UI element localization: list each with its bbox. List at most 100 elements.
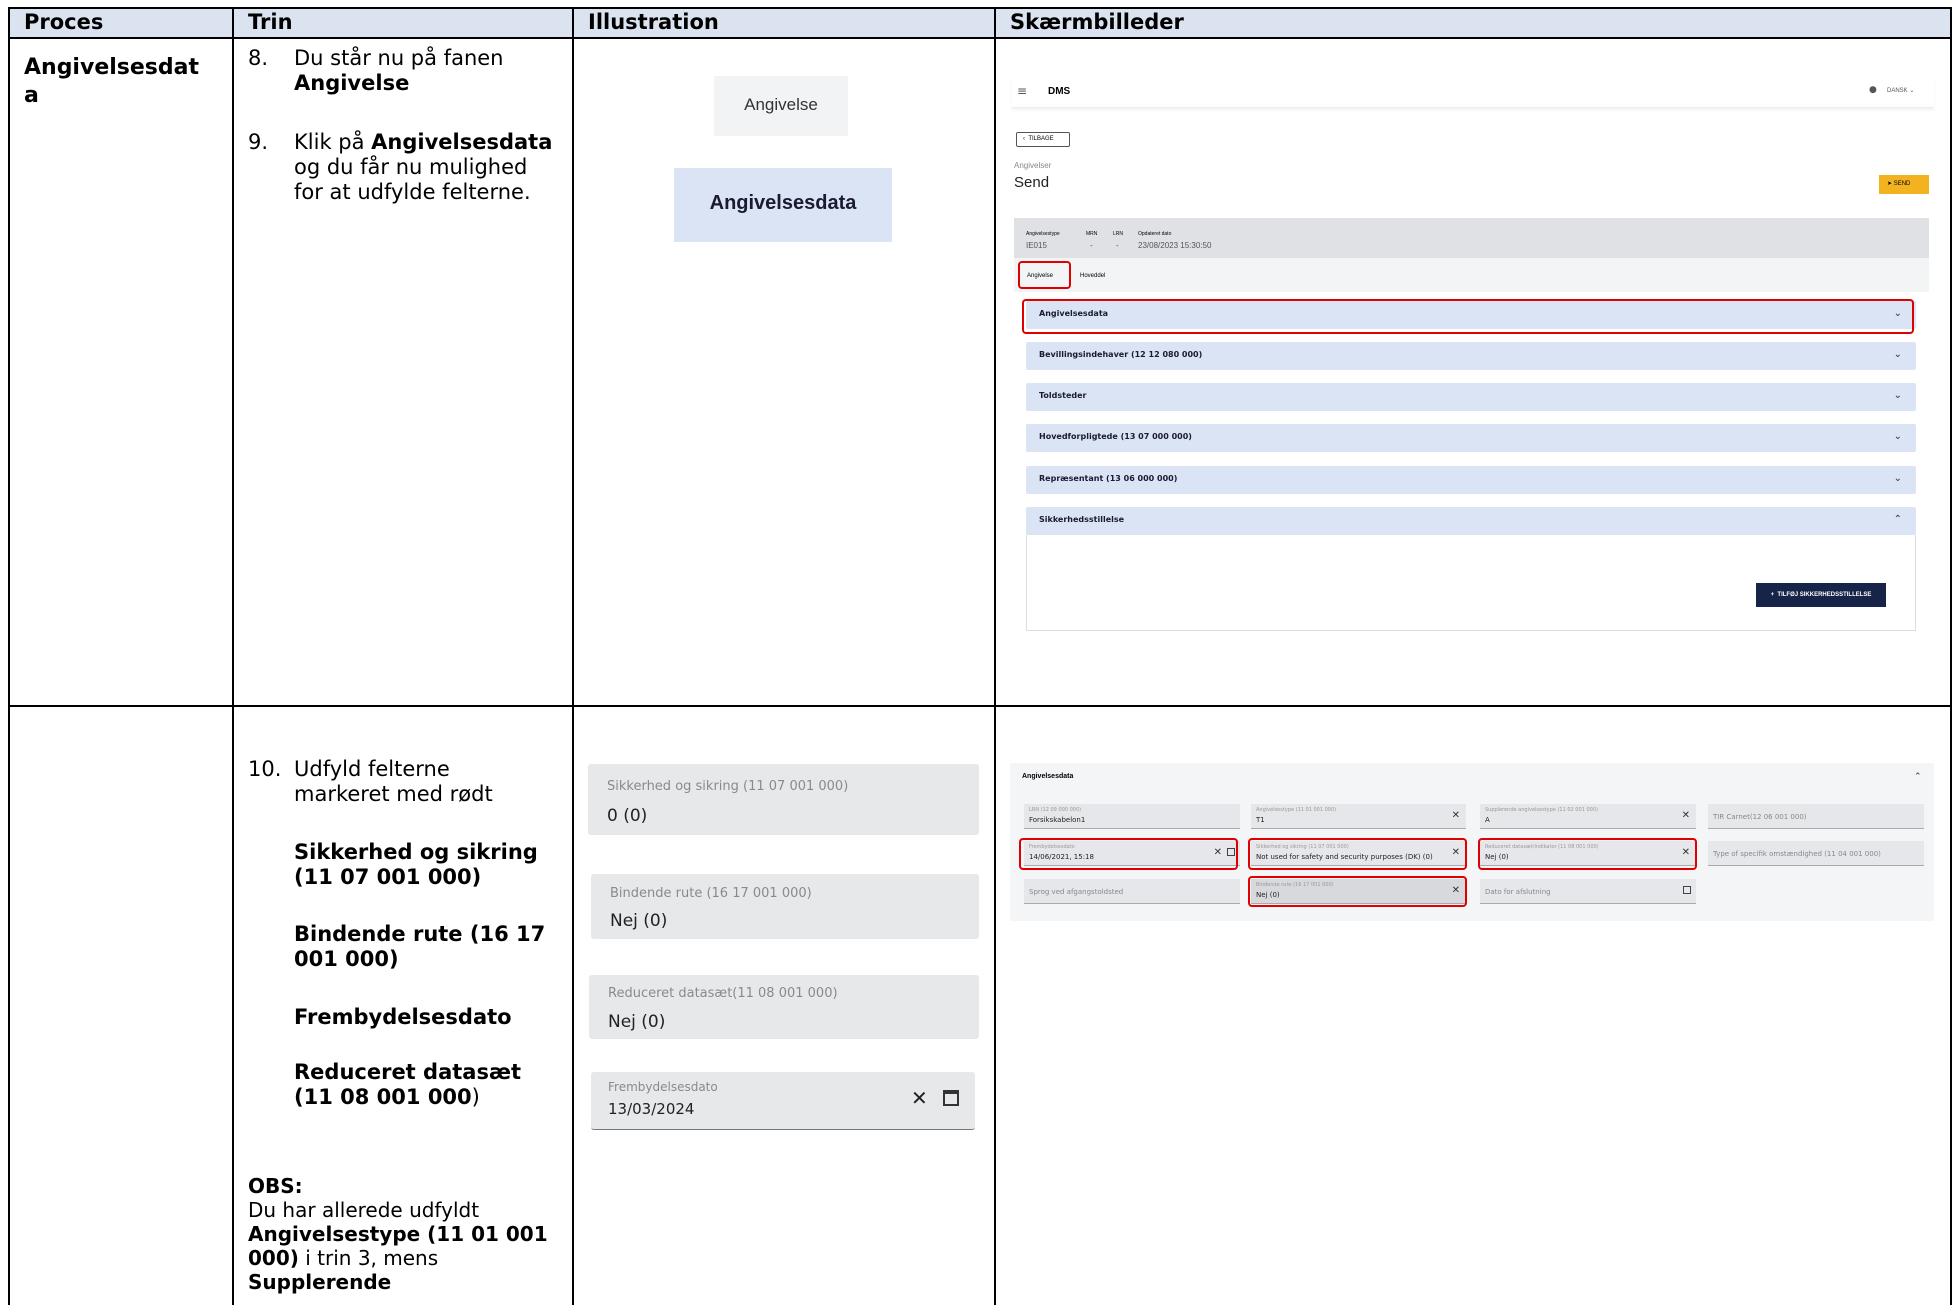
field-value: Forsikskabelon1 bbox=[1029, 816, 1086, 824]
obs-label: OBS: bbox=[248, 1174, 303, 1198]
language-label: DANSK bbox=[1887, 88, 1908, 94]
field-item-bindende-rute: Bindende rute (16 17 001 000) bbox=[294, 922, 545, 972]
step-text: markeret med rødt bbox=[294, 782, 493, 806]
field-label: Reduceret datasæt(11 08 001 000) bbox=[608, 986, 838, 1001]
meta-value: - bbox=[1090, 241, 1093, 250]
section-hovedforpligtede[interactable]: Hovedforpligtede (13 07 000 000) ⌄ bbox=[1026, 424, 1916, 452]
field-code: 001 000) bbox=[294, 947, 399, 971]
highlight-bindende-rute bbox=[1248, 876, 1467, 907]
meta-value: - bbox=[1116, 241, 1119, 250]
table-border-col3 bbox=[994, 7, 996, 1305]
meta-value: 23/08/2023 15:30:50 bbox=[1138, 241, 1212, 250]
step-text: og du får nu mulighed bbox=[294, 155, 528, 179]
field-code-suffix: ) bbox=[471, 1085, 480, 1109]
send-button[interactable]: ➤ SEND bbox=[1879, 175, 1929, 194]
table-border-col1 bbox=[232, 7, 234, 1305]
illustration-angivelsesdata-button: Angivelsesdata bbox=[674, 168, 892, 242]
field-label: LRN (12 09 000 000) bbox=[1029, 807, 1082, 813]
field-supplerende-angivelsestype[interactable]: Supplerende angivelsestype (11 02 001 00… bbox=[1480, 804, 1696, 829]
clear-icon[interactable]: ✕ bbox=[911, 1086, 928, 1110]
obs-text: i trin 3, mens bbox=[298, 1246, 439, 1270]
field-lrn[interactable]: LRN (12 09 000 000) Forsikskabelon1 bbox=[1024, 804, 1240, 829]
step-number: 9. bbox=[248, 130, 269, 154]
field-placeholder: TIR Carnet(12 06 001 000) bbox=[1713, 813, 1807, 821]
proces-label: Angivelsesdat a bbox=[24, 54, 199, 110]
send-label: SEND bbox=[1893, 181, 1911, 187]
table-border-row1 bbox=[8, 705, 1952, 707]
header-illustration: Illustration bbox=[588, 10, 719, 34]
back-button[interactable]: ‹ TILBAGE bbox=[1016, 132, 1070, 147]
button-label: Angivelsesdata bbox=[709, 192, 857, 214]
field-placeholder: Dato for afslutning bbox=[1485, 888, 1551, 896]
meta-label: Opdateret dato bbox=[1138, 231, 1172, 237]
section-toldsteder[interactable]: Toldsteder ⌄ bbox=[1026, 383, 1916, 411]
field-item-sikkerhed: Sikkerhed og sikring (11 07 001 000) bbox=[294, 840, 538, 890]
obs-text-bold: Supplerende bbox=[248, 1270, 392, 1294]
chevron-down-icon: ⌄ bbox=[1893, 473, 1902, 484]
tab-label: Angivelse bbox=[744, 95, 818, 114]
section-title: Hovedforpligtede (13 07 000 000) bbox=[1039, 432, 1192, 441]
tab-hoveddel[interactable]: Hoveddel bbox=[1080, 273, 1105, 279]
section-title: Toldsteder bbox=[1039, 391, 1087, 400]
field-value: A bbox=[1485, 816, 1490, 824]
field-code: (11 07 001 000) bbox=[294, 865, 482, 889]
field-code: (11 08 001 000 bbox=[294, 1085, 472, 1109]
field-name: Frembydelsesdato bbox=[294, 1005, 512, 1029]
field-value: 13/03/2024 bbox=[608, 1100, 695, 1118]
obs-note: OBS: Du har allerede udfyldt Angivelsest… bbox=[248, 1174, 570, 1294]
chevron-up-icon: ⌃ bbox=[1893, 514, 1902, 525]
clear-icon[interactable]: ✕ bbox=[1682, 810, 1690, 821]
section-bevillingsindehaver[interactable]: Bevillingsindehaver (12 12 080 000) ⌄ bbox=[1026, 342, 1916, 370]
section-title: Bevillingsindehaver (12 12 080 000) bbox=[1039, 350, 1203, 359]
menu-icon[interactable]: ≡ bbox=[1017, 84, 1027, 98]
step-text: for at udfylde felterne. bbox=[294, 180, 531, 204]
step-9: 9. Klik på Angivelsesdata og du får nu m… bbox=[248, 130, 568, 205]
field-label: Sikkerhed og sikring (11 07 001 000) bbox=[607, 779, 849, 794]
field-value: Nej (0) bbox=[608, 1012, 666, 1032]
table-border-left bbox=[8, 7, 10, 1305]
illustration-field-frembydelsesdato: Frembydelsesdato 13/03/2024 ✕ bbox=[591, 1072, 975, 1130]
section-title: Sikkerhedsstillelse bbox=[1039, 515, 1125, 524]
step-text: Klik på bbox=[294, 130, 372, 154]
field-name: Reduceret datasæt bbox=[294, 1060, 521, 1084]
proces-line: Angivelsesdat bbox=[24, 55, 200, 80]
breadcrumb[interactable]: Angivelser bbox=[1014, 161, 1051, 170]
chevron-down-icon: ⌄ bbox=[1893, 349, 1902, 360]
chevron-up-icon[interactable]: ⌃ bbox=[1914, 772, 1922, 782]
document-page: Proces Trin Illustration Skærmbilleder A… bbox=[0, 0, 1952, 1305]
clear-icon[interactable]: ✕ bbox=[1452, 810, 1460, 821]
step-text-line: Klik på Angivelsesdata bbox=[294, 130, 568, 155]
field-value: T1 bbox=[1256, 816, 1265, 824]
illustration-field-bindende-rute: Bindende rute (16 17 001 000) Nej (0) bbox=[591, 874, 979, 939]
calendar-icon[interactable] bbox=[943, 1090, 959, 1106]
calendar-icon[interactable] bbox=[1683, 886, 1691, 894]
field-name: Bindende rute (16 17 bbox=[294, 922, 546, 946]
step-text-bold: Angivelse bbox=[294, 71, 410, 95]
field-label: Bindende rute (16 17 001 000) bbox=[610, 886, 812, 901]
field-dato-for-afslutning[interactable]: Dato for afslutning bbox=[1480, 879, 1696, 904]
field-value: 0 (0) bbox=[607, 806, 648, 826]
obs-text-bold: 000) bbox=[248, 1246, 299, 1270]
step-number: 8. bbox=[248, 46, 269, 70]
highlight-sikkerhed-og-sikring bbox=[1248, 838, 1467, 870]
section-sikkerhedsstillelse[interactable]: Sikkerhedsstillelse ⌃ bbox=[1026, 507, 1916, 535]
field-specifik-omstaendighed[interactable]: Type of specifik omstændighed (11 04 001… bbox=[1708, 841, 1924, 866]
field-sprog[interactable]: Sprog ved afgangstoldsted bbox=[1024, 879, 1240, 904]
user-icon[interactable]: ● bbox=[1869, 85, 1877, 95]
field-name: Sikkerhed og sikring bbox=[294, 840, 538, 864]
form-section-title: Angivelsesdata bbox=[1022, 773, 1074, 780]
field-tir-carnet[interactable]: TIR Carnet(12 06 001 000) bbox=[1708, 804, 1924, 829]
chevron-down-icon: ⌄ bbox=[1893, 390, 1902, 401]
section-repraesentant[interactable]: Repræsentant (13 06 000 000) ⌄ bbox=[1026, 466, 1916, 494]
page-title: Send bbox=[1014, 174, 1050, 191]
step-10: 10. Udfyld felterne markeret med rødt bbox=[248, 757, 568, 807]
field-angivelsestype[interactable]: Angivelsestype (11 01 001 000) T1 ✕ bbox=[1251, 804, 1466, 829]
field-placeholder: Type of specifik omstændighed (11 04 001… bbox=[1713, 850, 1881, 858]
add-sikkerhedsstillelse-button[interactable]: + TILFØJ SIKKERHEDSSTILLELSE bbox=[1756, 583, 1886, 607]
add-button-label: TILFØJ SIKKERHEDSSTILLELSE bbox=[1777, 592, 1872, 598]
meta-label: MRN bbox=[1086, 231, 1098, 237]
meta-value: IE015 bbox=[1026, 241, 1047, 250]
language-selector[interactable]: DANSK ⌄ bbox=[1887, 87, 1914, 94]
step-number: 10. bbox=[248, 757, 282, 781]
table-border-col2 bbox=[572, 7, 574, 1305]
